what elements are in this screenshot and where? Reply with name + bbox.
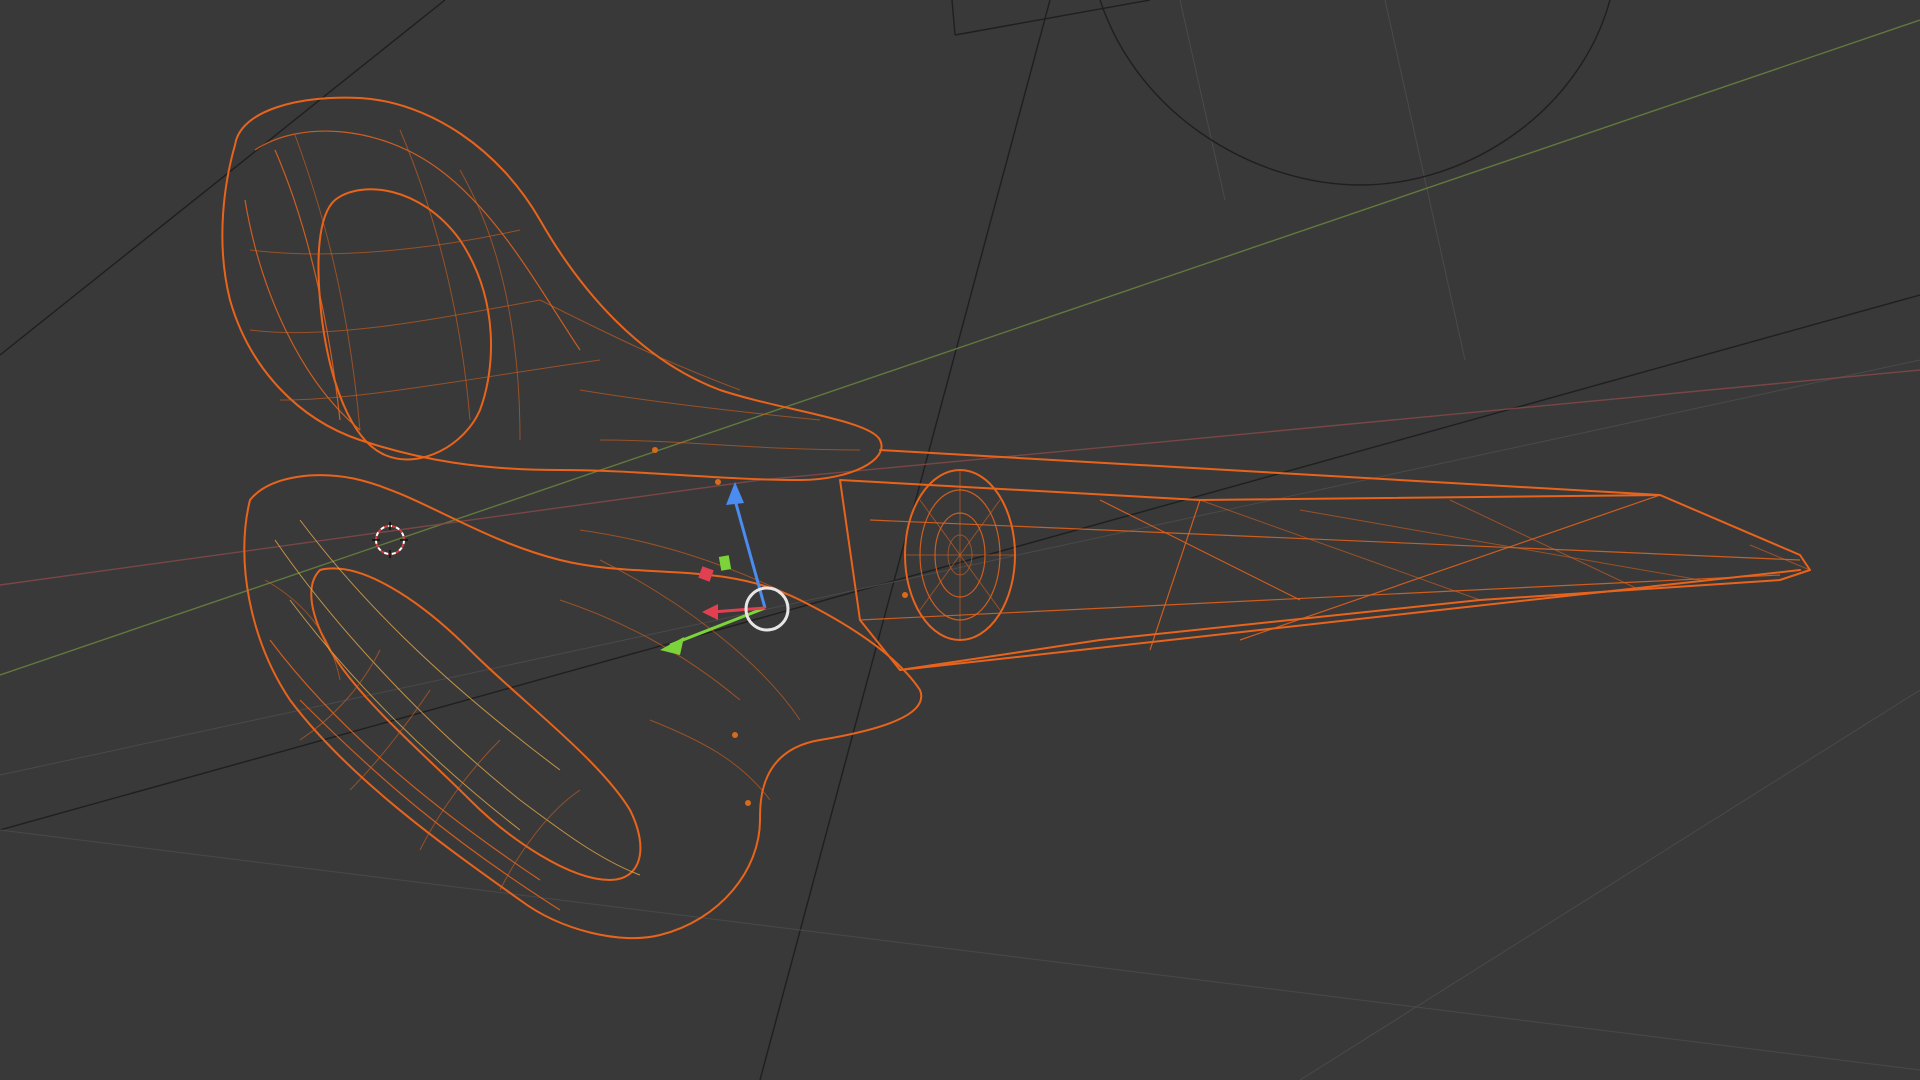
scissors-upper-handle[interactable]	[221, 96, 883, 481]
origin-dot	[652, 447, 658, 453]
gizmo-z-axis	[733, 499, 767, 609]
scissors-lower-handle[interactable]	[243, 474, 923, 940]
scissors-blades[interactable]	[839, 449, 1811, 671]
gizmo-plane-handle	[718, 555, 732, 571]
origin-dot	[715, 479, 721, 485]
move-gizmo-icon[interactable]	[660, 482, 790, 655]
origin-dot	[902, 592, 908, 598]
3d-cursor-icon[interactable]	[372, 522, 408, 558]
gizmo-plane-handle	[698, 566, 714, 582]
viewport-scene[interactable]	[0, 0, 1920, 1080]
scissors-pivot-screw[interactable]	[904, 469, 1016, 641]
3d-viewport[interactable]	[0, 0, 1920, 1080]
gizmo-x-arrow	[702, 604, 718, 620]
gizmo-z-arrow	[726, 482, 744, 505]
origin-dot	[745, 800, 751, 806]
origin-dot	[732, 732, 738, 738]
